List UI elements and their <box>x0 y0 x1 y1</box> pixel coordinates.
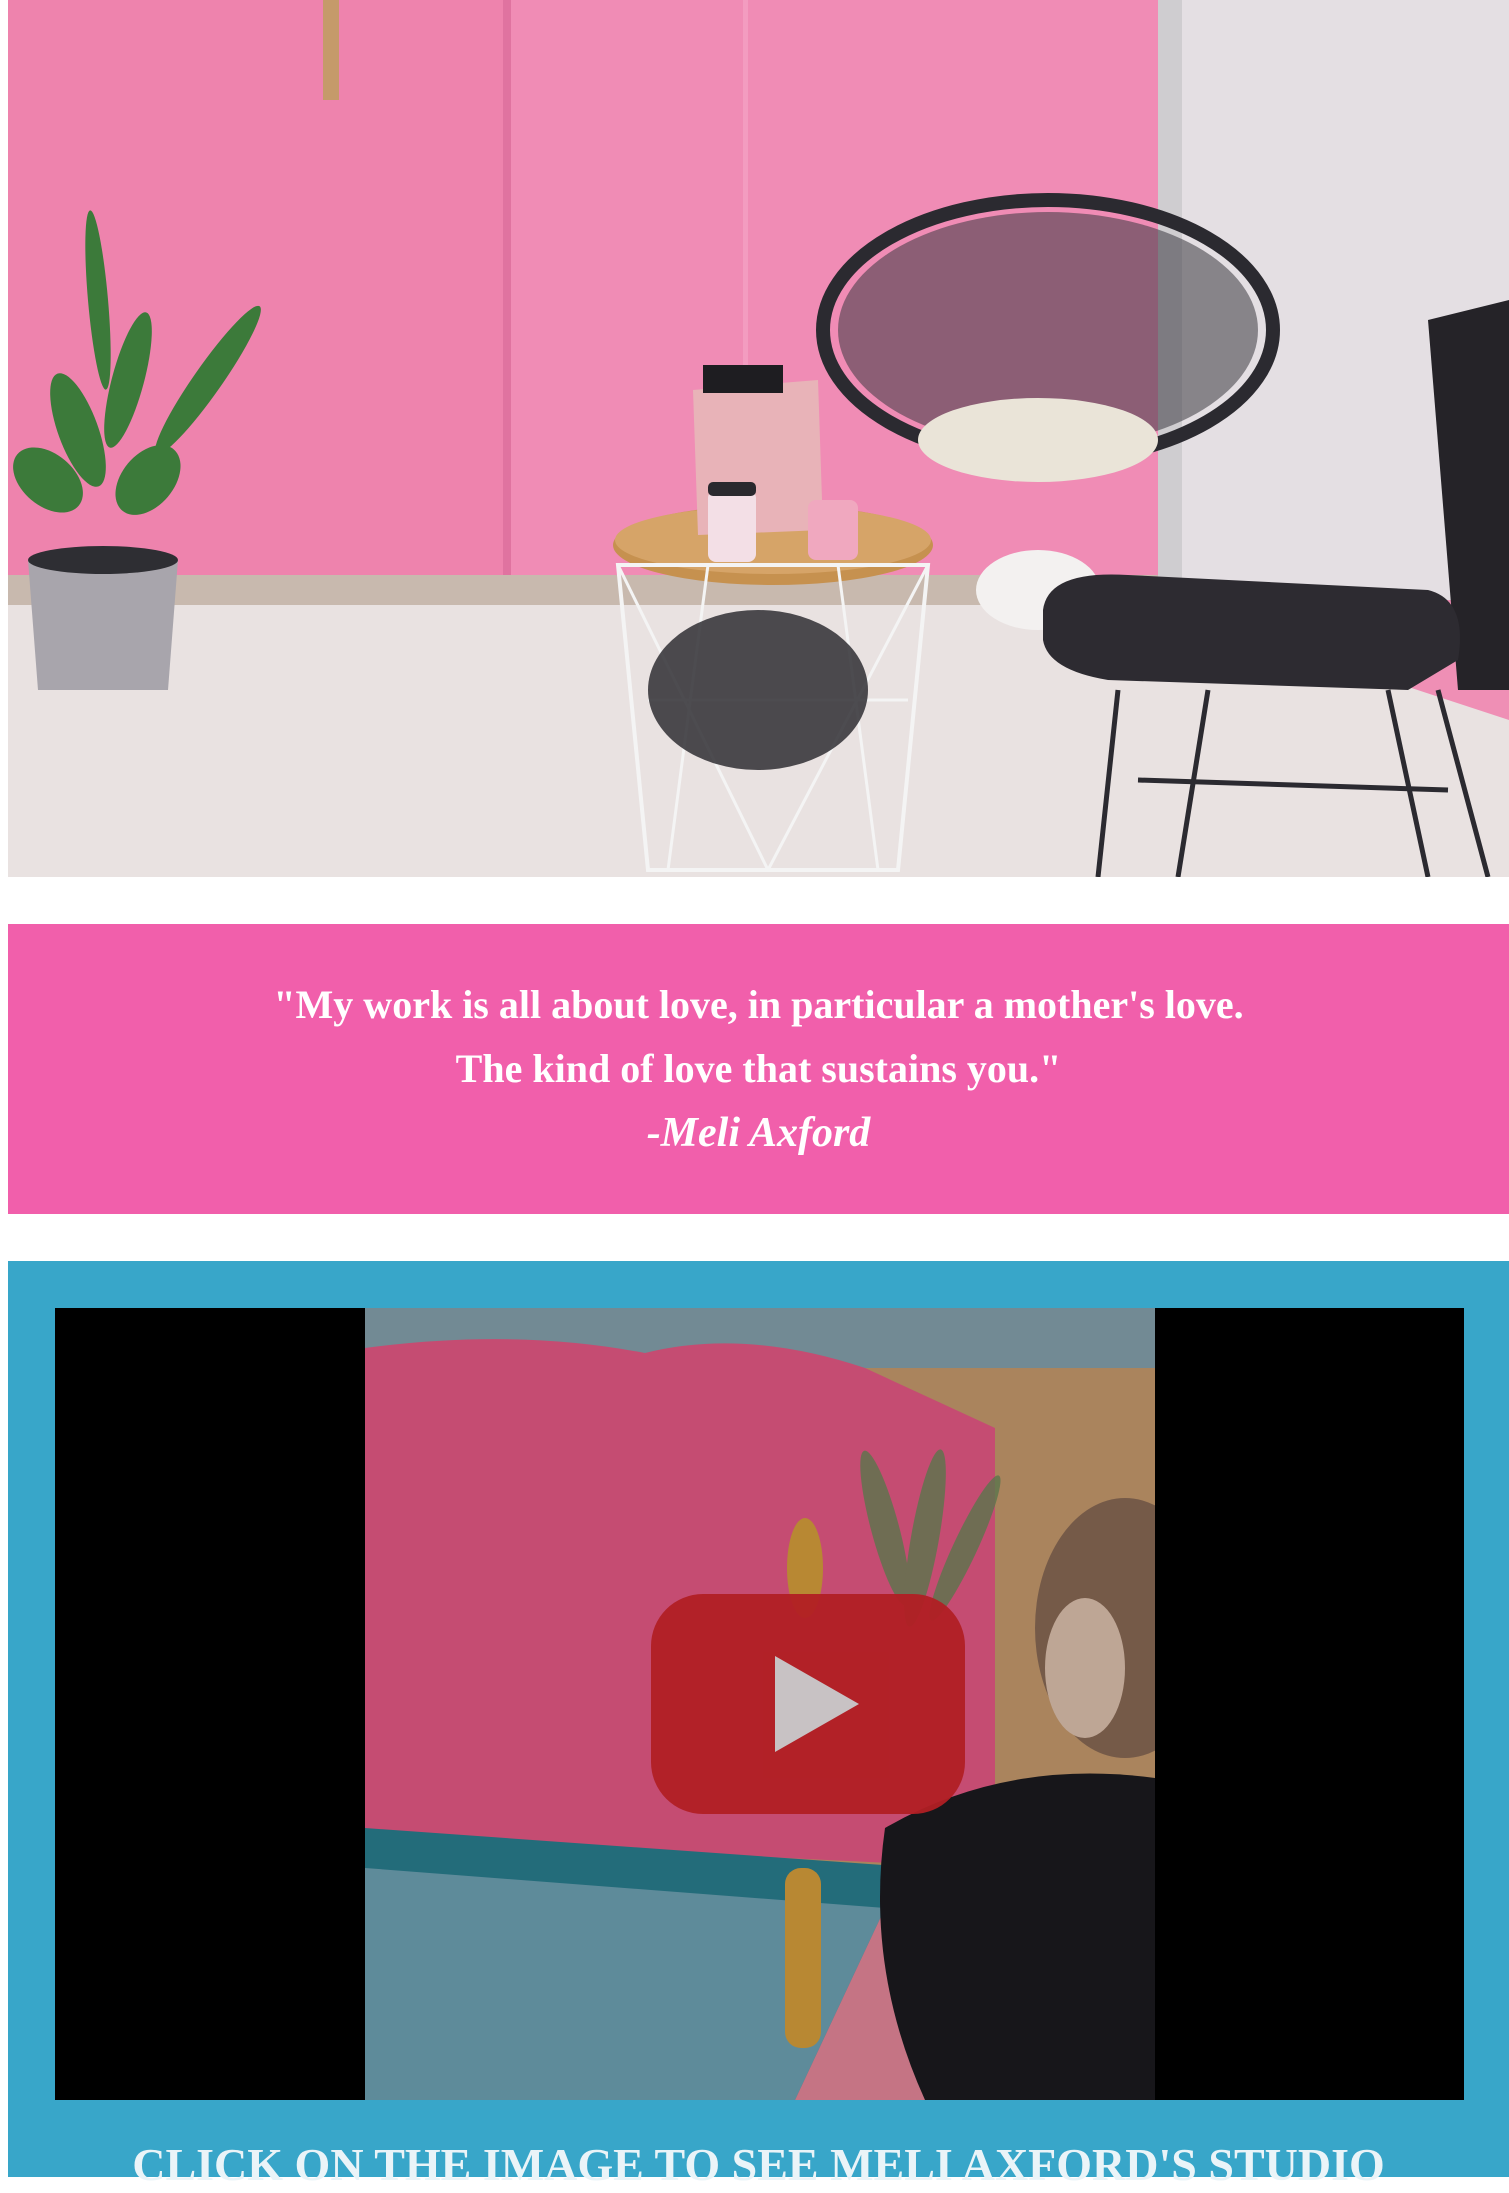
quote-band: "My work is all about love, in particula… <box>8 924 1509 1214</box>
youtube-play-icon[interactable] <box>651 1594 965 1814</box>
studio-video-caption[interactable]: CLICK ON THE IMAGE TO SEE MELI AXFORD'S … <box>8 2137 1509 2193</box>
play-triangle-icon <box>775 1656 859 1752</box>
quote-author: -Meli Axford <box>646 1110 871 1156</box>
quote-line-1: "My work is all about love, in particula… <box>273 982 1244 1027</box>
hero-photo <box>8 0 1509 877</box>
video-thumbnail-link[interactable] <box>55 1308 1464 2100</box>
video-band: CLICK ON THE IMAGE TO SEE MELI AXFORD'S … <box>8 1261 1509 2190</box>
quote-line-2: The kind of love that sustains you." <box>455 1046 1062 1091</box>
